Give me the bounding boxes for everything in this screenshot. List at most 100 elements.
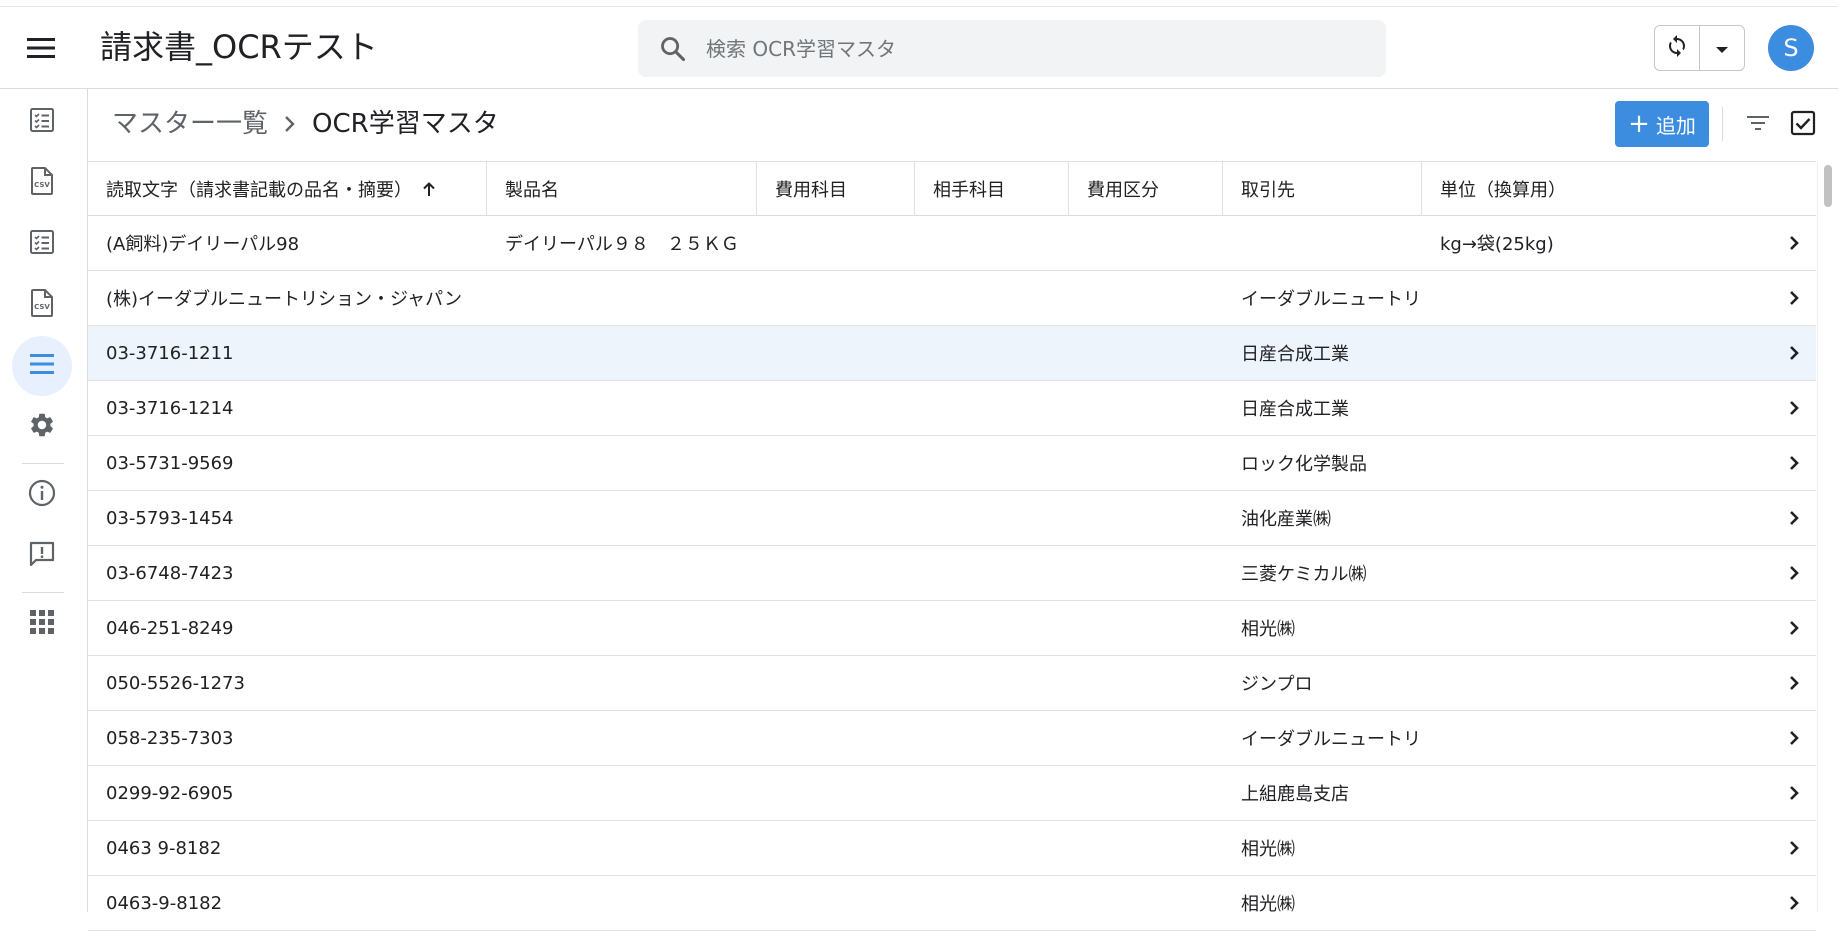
menu-icon[interactable] [20, 27, 62, 69]
chevron-right-icon [1782, 341, 1806, 365]
sidebar-item-settings[interactable] [12, 397, 72, 457]
cell-read-text: 050-5526-1273 [106, 672, 245, 694]
cell-vendor: 上組鹿島支店 [1241, 784, 1349, 805]
vertical-scrollbar[interactable] [1817, 161, 1838, 912]
column-header-unit[interactable]: 単位（換算用） [1422, 162, 1816, 216]
column-header-expense-category[interactable]: 費用区分 [1069, 162, 1223, 216]
sidebar-divider [22, 592, 64, 593]
cell-vendor: 相光㈱ [1241, 894, 1295, 915]
cell-vendor: ジンプロ [1241, 674, 1313, 695]
cell-expense-category [1069, 436, 1223, 490]
checklist-icon [29, 229, 55, 259]
cell-vendor: 日産合成工業 [1241, 344, 1349, 365]
cell-read-text: 0463-9-8182 [106, 892, 223, 914]
add-button[interactable]: + 追加 [1615, 101, 1709, 147]
table-row[interactable]: 046-251-8249 相光㈱ [88, 601, 1816, 656]
cell-product [487, 326, 757, 380]
cell-expense-category [1069, 216, 1223, 270]
table-row[interactable]: 03-3716-1214 日産合成工業 [88, 381, 1816, 436]
table-row[interactable]: 0463 9-8182 相光㈱ [88, 821, 1816, 876]
sidebar-item-apps[interactable] [12, 594, 72, 654]
select-mode-button[interactable] [1783, 105, 1823, 145]
cell-product [487, 821, 757, 875]
app-title: 請求書_OCRテスト [100, 28, 378, 66]
cell-expense-category [1069, 821, 1223, 875]
sidebar-item-feedback[interactable] [12, 526, 72, 586]
sync-button[interactable] [1655, 26, 1699, 70]
cell-read-text: 03-3716-1211 [106, 342, 234, 364]
cell-unit [1422, 601, 1782, 655]
column-header-product[interactable]: 製品名 [487, 162, 757, 216]
info-icon [28, 479, 56, 511]
column-header-vendor[interactable]: 取引先 [1223, 162, 1422, 216]
cell-counter-account [915, 601, 1069, 655]
cell-vendor: ロック化学製品 [1241, 454, 1367, 475]
cell-unit [1422, 821, 1782, 875]
breadcrumb: マスター一覧 OCR学習マスタ [112, 106, 499, 142]
sidebar-item-list[interactable] [12, 336, 72, 396]
cell-product [487, 491, 757, 545]
chevron-right-icon [1782, 286, 1806, 310]
column-header-label: 読取文字（請求書記載の品名・摘要） [106, 180, 412, 201]
caret-down-icon [1715, 39, 1729, 58]
sync-dropdown-button[interactable] [1699, 26, 1744, 70]
chevron-right-icon [1782, 671, 1806, 695]
cell-counter-account [915, 271, 1069, 325]
cell-unit [1422, 546, 1782, 600]
sidebar-item-checklist-2[interactable] [12, 214, 72, 274]
table-row[interactable]: 03-5731-9569 ロック化学製品 [88, 436, 1816, 491]
checkbox-checked-icon [1790, 110, 1816, 140]
cell-read-text: 046-251-8249 [106, 617, 234, 639]
cell-unit [1422, 656, 1782, 710]
cell-unit [1422, 711, 1782, 765]
feedback-icon [28, 540, 56, 572]
cell-expense-account [757, 216, 915, 270]
table-row[interactable]: 050-5526-1273 ジンプロ [88, 656, 1816, 711]
sync-icon [1665, 34, 1689, 62]
cell-vendor: イーダブルニュートリ [1241, 729, 1421, 750]
cell-expense-account [757, 436, 915, 490]
cell-read-text: 03-3716-1214 [106, 397, 234, 419]
table-row[interactable]: 03-5793-1454 油化産業㈱ [88, 491, 1816, 546]
cell-counter-account [915, 491, 1069, 545]
scrollbar-thumb[interactable] [1824, 165, 1832, 207]
filter-icon [1746, 114, 1770, 136]
filter-button[interactable] [1738, 105, 1778, 145]
cell-read-text: 03-5793-1454 [106, 507, 234, 529]
chevron-right-icon [1782, 616, 1806, 640]
cell-unit [1422, 381, 1782, 435]
column-header-expense-account[interactable]: 費用科目 [757, 162, 915, 216]
cell-product [487, 601, 757, 655]
cell-unit [1422, 766, 1782, 820]
sidebar-item-info[interactable] [12, 465, 72, 525]
table-row[interactable]: 03-3716-1211 日産合成工業 [88, 326, 1816, 381]
table-row[interactable]: 03-6748-7423 三菱ケミカル㈱ [88, 546, 1816, 601]
user-avatar[interactable]: S [1768, 25, 1814, 71]
cell-expense-category [1069, 876, 1223, 930]
cell-expense-account [757, 491, 915, 545]
cell-read-text: (株)イーダブルニュートリション・ジャパン [106, 289, 463, 310]
cell-expense-category [1069, 546, 1223, 600]
add-button-label: 追加 [1655, 113, 1696, 138]
page-title: OCR学習マスタ [312, 109, 499, 139]
cell-expense-category [1069, 381, 1223, 435]
table-header: 読取文字（請求書記載の品名・摘要） 製品名 費用科目 相手科目 費用区分 取引先… [88, 161, 1816, 216]
search-bar[interactable] [638, 20, 1386, 77]
sidebar-item-csv-2[interactable]: CSV [12, 275, 72, 335]
table-row[interactable]: 058-235-7303 イーダブルニュートリ [88, 711, 1816, 766]
search-input[interactable] [706, 36, 1326, 61]
table-row[interactable]: (株)イーダブルニュートリション・ジャパン イーダブルニュートリ [88, 271, 1816, 326]
breadcrumb-master-list[interactable]: マスター一覧 [112, 106, 268, 142]
svg-text:CSV: CSV [34, 303, 50, 311]
cell-product [487, 711, 757, 765]
table-row[interactable]: 0463-9-8182 相光㈱ [88, 876, 1816, 931]
column-header-counter-account[interactable]: 相手科目 [915, 162, 1069, 216]
sidebar-item-checklist-1[interactable] [12, 92, 72, 152]
column-header-read-text[interactable]: 読取文字（請求書記載の品名・摘要） [88, 162, 487, 216]
table-row[interactable]: 0299-92-6905 上組鹿島支店 [88, 766, 1816, 821]
sidebar-item-csv-1[interactable]: CSV [12, 153, 72, 213]
table-row[interactable]: (A飼料)デイリーパル98 デイリーパル９８ ２５ＫＧ kg→袋(25kg) [88, 216, 1816, 271]
chevron-right-icon [284, 115, 296, 133]
cell-counter-account [915, 436, 1069, 490]
cell-expense-account [757, 271, 915, 325]
